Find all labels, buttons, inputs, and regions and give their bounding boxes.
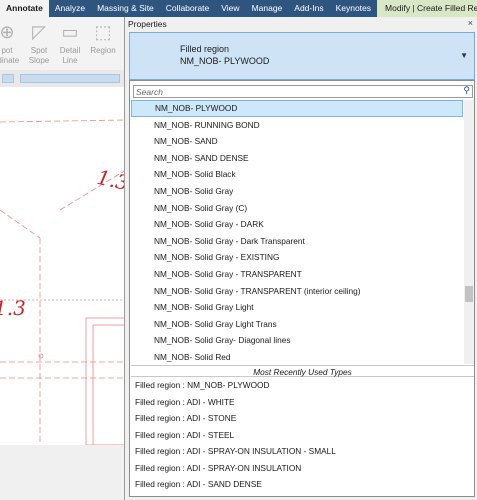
spot-slope-button[interactable]: ◸ Spot Slope	[24, 21, 54, 66]
tool-label: pot	[1, 46, 13, 55]
mru-list-item[interactable]: Filled region : ADI - STONE	[131, 410, 474, 427]
ribbon-tab-bar: Annotate Analyze Massing & Site Collabor…	[0, 0, 477, 17]
region-icon: ⬚	[94, 22, 112, 42]
type-family-label: Filled region	[180, 44, 230, 54]
mru-list-item[interactable]: Filled region : ADI - SAND DENSE	[131, 476, 474, 493]
type-list-item[interactable]: NM_NOB- SAND	[131, 133, 463, 150]
type-list-item[interactable]: NM_NOB- Solid Gray- Diagonal lines	[131, 332, 463, 349]
tab-add-ins[interactable]: Add-Ins	[288, 0, 329, 17]
tab-manage[interactable]: Manage	[246, 0, 289, 17]
mru-list-item[interactable]: Filled region : ADI - SPRAY-ON INSULATIO…	[131, 443, 474, 460]
tool-label: rdinate	[0, 56, 20, 65]
type-list-item[interactable]: NM_NOB- Solid Gray - TRANSPARENT	[131, 266, 463, 283]
dimension-label: 1.3	[0, 296, 26, 320]
tool-label: Line	[62, 56, 78, 65]
search-icon[interactable]: ⚲	[463, 85, 470, 96]
type-list-item[interactable]: NM_NOB- SAND DENSE	[131, 150, 463, 167]
spot-coordinate-icon: ⊕	[0, 22, 15, 42]
tab-keynotes[interactable]: Keynotes	[330, 0, 377, 17]
type-list-item[interactable]: NM_NOB- Solid Gray	[131, 183, 463, 200]
mru-list-item[interactable]: Filled region : ADI - SPRAY-ON INSULATIO…	[131, 460, 474, 477]
canvas-bottom-area	[0, 445, 126, 500]
type-list-item[interactable]: NM_NOB- Solid Gray - TRANSPARENT (interi…	[131, 283, 463, 300]
type-name-label: NM_NOB- PLYWOOD	[180, 56, 270, 66]
tab-annotate[interactable]: Annotate	[0, 0, 49, 17]
tab-massing-site[interactable]: Massing & Site	[91, 0, 160, 17]
type-dropdown: ⚲ NM_NOB- PLYWOODNM_NOB- RUNNING BONDNM_…	[129, 80, 475, 497]
tool-label: Region	[90, 46, 116, 55]
drawing-linework	[0, 119, 126, 445]
chevron-down-icon[interactable]: ▼	[460, 51, 468, 60]
type-list-item[interactable]: NM_NOB- Solid Gray - EXISTING	[131, 249, 463, 266]
mru-list-item[interactable]: Filled region : ADI - WHITE	[131, 394, 474, 411]
tool-label: Detail	[59, 46, 81, 55]
type-list: NM_NOB- PLYWOOD NM_NOB- RUNNING BOND NM_NO…	[131, 100, 463, 364]
type-list-item[interactable]: NM_NOB- Solid Gray Light Trans	[131, 316, 463, 333]
region-button[interactable]: ⬚ Region	[88, 21, 118, 56]
ribbon-options-strip	[0, 70, 126, 87]
type-list-item[interactable]: NM_NOB- RUNNING BOND	[131, 117, 463, 134]
properties-palette: Properties × Filled region NM_NOB- PLYWO…	[124, 17, 477, 500]
tool-label: Slope	[28, 56, 50, 65]
type-list-item[interactable]: NM_NOB- Solid Gray Light	[131, 299, 463, 316]
tab-modify-create-filled-region[interactable]: Modify | Create Filled Re	[377, 0, 477, 17]
palette-title: Properties	[128, 19, 167, 29]
type-list-scrollbar[interactable]	[464, 100, 474, 364]
type-selector[interactable]: Filled region NM_NOB- PLYWOOD ▼	[129, 32, 475, 80]
tab-view[interactable]: View	[215, 0, 245, 17]
mru-list-item[interactable]: Filled region : ADI - STEEL	[131, 427, 474, 444]
type-list-item[interactable]: NM_NOB- Solid Red	[131, 349, 463, 364]
detail-line-icon: ▭	[61, 22, 79, 42]
spot-coordinate-button[interactable]: ⊕ pot rdinate	[0, 21, 22, 66]
tool-label: Spot	[30, 46, 48, 55]
option-swatch	[2, 74, 14, 83]
type-list-item[interactable]: NM_NOB- Solid Gray (C)	[131, 200, 463, 217]
mru-header: Most Recently Used Types	[131, 365, 474, 377]
mru-list-item[interactable]: Filled region : NM_NOB- PLYWOOD	[131, 377, 474, 394]
detail-line-button[interactable]: ▭ Detail Line	[55, 21, 85, 66]
spot-slope-icon: ◸	[32, 22, 46, 42]
tab-analyze[interactable]: Analyze	[49, 0, 91, 17]
type-list-item[interactable]: NM_NOB- Solid Gray - Dark Transparent	[131, 233, 463, 250]
tab-collaborate[interactable]: Collaborate	[160, 0, 215, 17]
type-list-item[interactable]: NM_NOB- Solid Black	[131, 166, 463, 183]
type-list-item[interactable]: NM_NOB- Solid Gray - DARK	[131, 216, 463, 233]
search-box: ⚲	[133, 85, 473, 98]
scrollbar-thumb[interactable]	[465, 286, 473, 302]
drawing-canvas[interactable]: 1.3 1.3	[0, 100, 131, 445]
option-swatch	[20, 74, 120, 83]
mru-list: Filled region : NM_NOB- PLYWOOD Filled re…	[131, 377, 474, 493]
close-icon[interactable]: ×	[468, 18, 473, 28]
search-input[interactable]	[134, 86, 454, 97]
type-list-item[interactable]: NM_NOB- PLYWOOD	[131, 100, 463, 117]
